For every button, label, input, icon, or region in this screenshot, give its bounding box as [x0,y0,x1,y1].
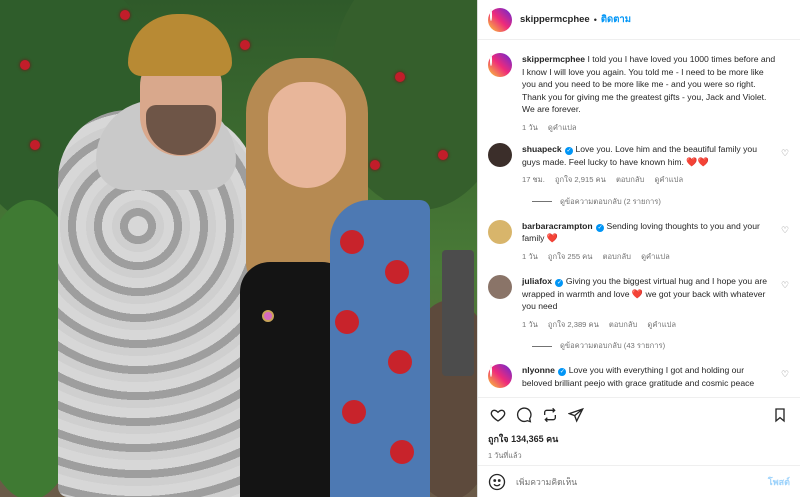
rose-print [390,440,414,464]
divider [532,201,552,202]
comment-meta: 17 ชม. ถูกใจ 2,915 คน ตอบกลับ ดูคำแปล [522,174,776,187]
translate-button[interactable]: ดูคำแปล [647,320,676,329]
comment-meta: 1 วัน ถูกใจ 255 คน ตอบกลับ ดูคำแปล [522,251,776,264]
rose [30,140,40,150]
post-actions: ถูกใจ 134,365 คน 1 วันที่แล้ว โพสต์ [478,397,800,497]
repost-icon[interactable] [540,405,560,425]
add-comment-bar: โพสต์ [478,465,800,497]
verified-badge-icon: ✓ [555,279,564,287]
rose [120,10,130,20]
likes-count[interactable]: ถูกใจ 134,365 คน [478,432,800,446]
caption-avatar[interactable] [488,53,512,77]
commenter-avatar[interactable] [488,143,512,167]
comment-username[interactable]: barbaracrampton [522,221,593,231]
instagram-post: skippermcphee • ติดตาม skippermcphee I t… [0,0,800,497]
heart-emoji: ❤️❤️ [686,156,709,167]
translate-button[interactable]: ดูคำแปล [654,175,683,184]
comment-time[interactable]: 1 วัน [522,320,538,329]
post-photo[interactable] [0,0,477,497]
comment-item: shuapeck ✓ Love you. Love him and the be… [488,143,790,187]
view-replies[interactable]: ดูข้อความตอบกลับ (43 รายการ) [532,340,790,352]
reply-button[interactable]: ตอบกลับ [603,252,631,261]
lantern [442,250,474,376]
view-replies-label[interactable]: ดูข้อความตอบกลับ (2 รายการ) [560,196,661,208]
rose-print [385,260,409,284]
comment-meta: 1 วัน ถูกใจ 2,389 คน ตอบกลับ ดูคำแปล [522,319,776,332]
rose-print [388,350,412,374]
rose [240,40,250,50]
post-sidebar: skippermcphee • ติดตาม skippermcphee I t… [477,0,800,497]
rose [395,72,405,82]
post-comment-button[interactable]: โพสต์ [768,475,790,489]
comment-item: juliafox ✓ Giving you the biggest virtua… [488,275,790,331]
beanie [128,14,232,76]
rose-print [335,310,359,334]
comment-input[interactable] [516,476,768,487]
verified-badge-icon: ✓ [596,223,605,232]
comment-time[interactable]: 1 วัน [522,252,538,261]
comment-username[interactable]: nlyonne [522,365,555,375]
like-comment-icon[interactable]: ♡ [781,149,790,158]
rose [20,60,30,70]
comments-list[interactable]: skippermcphee I told you I have loved yo… [478,41,800,396]
comment-time[interactable]: 17 ชม. [522,175,545,184]
author-username[interactable]: skippermcphee [520,14,590,25]
reply-button[interactable]: ตอบกลับ [609,320,637,329]
commenter-avatar[interactable] [488,275,512,299]
bookmark-icon[interactable] [770,405,790,425]
caption-username[interactable]: skippermcphee [522,54,585,64]
like-comment-icon[interactable]: ♡ [781,225,790,235]
post-time[interactable]: 1 วันที่แล้ว [478,446,800,462]
pendant [262,310,274,322]
rose [370,160,380,170]
rose [438,150,448,160]
author-avatar[interactable] [488,7,512,32]
share-icon[interactable] [566,405,586,425]
view-replies-label[interactable]: ดูข้อความตอบกลับ (43 รายการ) [560,340,665,352]
action-icons [478,398,800,432]
reply-button[interactable]: ตอบกลับ [616,175,644,184]
separator: • [593,14,597,25]
caption-meta: 1 วัน ดูคำแปล [522,122,776,135]
verified-badge-icon: ✓ [565,147,574,155]
emoji-icon[interactable] [488,473,506,491]
comment-item: nlyonne ✓ Love you with everything I got… [488,364,790,389]
comment-item: barbaracrampton ✓ Sending loving thought… [488,219,790,264]
comment-likes[interactable]: ถูกใจ 2,389 คน [548,320,599,329]
heart-icon[interactable] [488,405,508,425]
comment-username[interactable]: juliafox [522,276,552,286]
heart-emoji: ❤️ [546,233,559,243]
comment-text: Love you with everything I got and holdi… [522,365,755,388]
follow-button[interactable]: ติดตาม [601,12,631,27]
commenter-avatar[interactable] [488,219,512,244]
caption-time[interactable]: 1 วัน [522,123,538,132]
divider [532,345,552,347]
heart-emoji: ❤️ [631,288,644,299]
comment-icon[interactable] [514,405,534,425]
floral-jacket [330,200,430,497]
caption-translate[interactable]: ดูคำแปล [548,123,577,132]
comment-likes[interactable]: ถูกใจ 255 คน [548,252,593,261]
commenter-avatar[interactable] [488,364,512,388]
verified-badge-icon: ✓ [558,368,567,376]
translate-button[interactable]: ดูคำแปล [641,252,670,261]
comment-likes[interactable]: ถูกใจ 2,915 คน [555,175,606,184]
woman-face [268,82,346,188]
rose-print [340,230,364,254]
rose-print [342,400,366,424]
view-replies[interactable]: ดูข้อความตอบกลับ (2 รายการ) [532,196,790,208]
like-comment-icon[interactable]: ♡ [781,370,790,379]
post-header: skippermcphee • ติดตาม [478,0,800,40]
caption: skippermcphee I told you I have loved yo… [488,53,790,134]
like-comment-icon[interactable]: ♡ [781,281,790,290]
comment-username[interactable]: shuapeck [522,144,562,154]
